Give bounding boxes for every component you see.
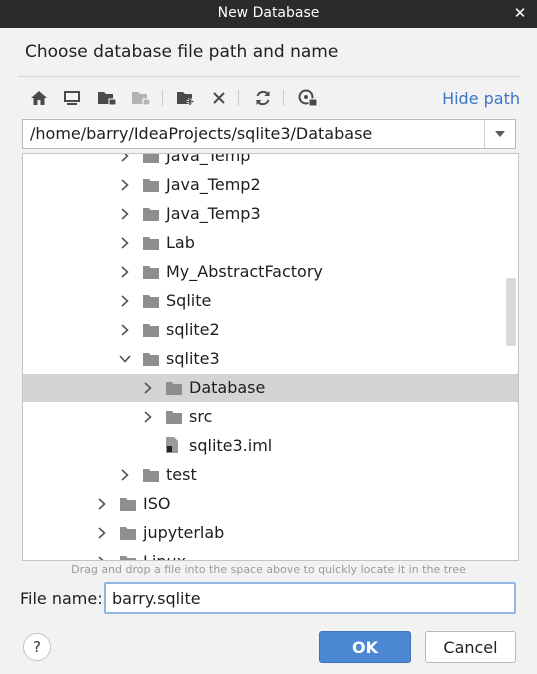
path-value[interactable]: /home/barry/IdeaProjects/sqlite3/Databas… [30, 124, 372, 143]
chevron-right-icon[interactable] [118, 293, 132, 309]
file-name-field[interactable] [104, 582, 516, 614]
tree-item-label: Lab [166, 233, 195, 252]
tree-row[interactable]: Linux [23, 548, 518, 560]
drag-drop-hint: Drag and drop a file into the space abov… [71, 563, 466, 576]
toolbar-separator [162, 90, 163, 106]
tree-row[interactable]: sqlite3 [23, 345, 518, 373]
home-icon[interactable] [27, 86, 51, 110]
path-combobox[interactable]: /home/barry/IdeaProjects/sqlite3/Databas… [22, 119, 516, 149]
chevron-right-icon[interactable] [95, 525, 109, 541]
folder-icon [142, 351, 160, 367]
scrollbar-thumb[interactable] [506, 278, 516, 346]
help-button[interactable]: ? [23, 633, 51, 661]
tree-row[interactable]: Sqlite [23, 287, 518, 315]
tree-item-label: jupyterlab [143, 523, 225, 542]
tree-item-label: Java_Temp2 [166, 175, 261, 194]
folder-icon [119, 554, 137, 560]
tree-item-label: Java_Temp3 [166, 204, 261, 223]
title-bar: New Database ✕ [0, 0, 537, 28]
folder-icon [142, 177, 160, 193]
tree-item-label: Sqlite [166, 291, 212, 310]
folder-icon [142, 235, 160, 251]
ok-button[interactable]: OK [319, 631, 411, 663]
chevron-right-icon[interactable] [118, 206, 132, 222]
tree-item-label: test [166, 465, 197, 484]
tree-scrollbar[interactable] [504, 154, 518, 560]
chevron-right-icon[interactable] [118, 264, 132, 280]
close-icon[interactable]: ✕ [509, 2, 531, 24]
tree-row[interactable]: jupyterlab [23, 519, 518, 547]
tree-row[interactable]: Java_Temp2 [23, 171, 518, 199]
chevron-right-icon[interactable] [141, 380, 155, 396]
chevron-right-icon[interactable] [118, 154, 132, 164]
toolbar-separator [238, 90, 239, 106]
tree-item-label: ISO [143, 494, 171, 513]
chevron-right-icon[interactable] [95, 496, 109, 512]
folder-icon [142, 322, 160, 338]
chevron-right-icon[interactable] [118, 177, 132, 193]
folder-icon [142, 154, 160, 164]
chevron-right-icon[interactable] [118, 467, 132, 483]
cancel-button[interactable]: Cancel [425, 631, 516, 663]
tree-row[interactable]: Java_Temp3 [23, 200, 518, 228]
divider [18, 76, 520, 77]
desktop-icon[interactable] [60, 86, 84, 110]
tree-row[interactable]: sqlite2 [23, 316, 518, 344]
project-folder-icon[interactable] [95, 86, 119, 110]
module-folder-icon[interactable] [129, 86, 153, 110]
toolbar-separator [283, 90, 284, 106]
folder-icon [119, 496, 137, 512]
delete-icon[interactable] [207, 86, 231, 110]
tree-row[interactable]: src [23, 403, 518, 431]
window-title: New Database [217, 5, 320, 21]
chevron-right-icon[interactable] [141, 409, 155, 425]
tree-row[interactable]: Java_Temp [23, 153, 518, 170]
tree-item-label: Database [189, 378, 266, 397]
tree-row[interactable]: Lab [23, 229, 518, 257]
tree-row[interactable]: My_AbstractFactory [23, 258, 518, 286]
file-tree[interactable]: Linux jupyterlab ISO test sqlite3.iml src Data… [22, 153, 519, 561]
toolbar [22, 84, 322, 112]
file-name-input[interactable] [112, 587, 492, 609]
tree-row[interactable]: Database [23, 374, 518, 402]
file-name-label: File name: [20, 589, 103, 608]
show-hidden-icon[interactable] [296, 86, 320, 110]
folder-icon [142, 206, 160, 222]
tree-item-label: Java_Temp [166, 153, 251, 165]
new-folder-icon[interactable] [174, 86, 198, 110]
chevron-right-icon[interactable] [118, 322, 132, 338]
tree-item-label: My_AbstractFactory [166, 262, 323, 281]
chevron-right-icon[interactable] [118, 235, 132, 251]
dialog-heading: Choose database file path and name [25, 42, 339, 62]
file-icon [165, 436, 183, 453]
tree-item-label: sqlite3.iml [189, 436, 273, 455]
tree-row[interactable]: sqlite3.iml [23, 432, 518, 460]
hide-path-link[interactable]: Hide path [442, 89, 520, 108]
chevron-down-icon[interactable] [118, 351, 132, 367]
tree-row[interactable]: ISO [23, 490, 518, 518]
folder-icon [142, 293, 160, 309]
refresh-icon[interactable] [251, 86, 275, 110]
tree-item-label: sqlite3 [166, 349, 220, 368]
folder-icon [142, 467, 160, 483]
tree-item-label: src [189, 407, 213, 426]
tree-item-label: Linux [143, 552, 186, 560]
dropdown-arrow-icon[interactable] [484, 120, 515, 148]
folder-icon [165, 409, 183, 425]
tree-item-label: sqlite2 [166, 320, 220, 339]
folder-icon [142, 264, 160, 280]
folder-icon [119, 525, 137, 541]
folder-icon [165, 380, 183, 396]
chevron-right-icon[interactable] [95, 554, 109, 560]
tree-row[interactable]: test [23, 461, 518, 489]
